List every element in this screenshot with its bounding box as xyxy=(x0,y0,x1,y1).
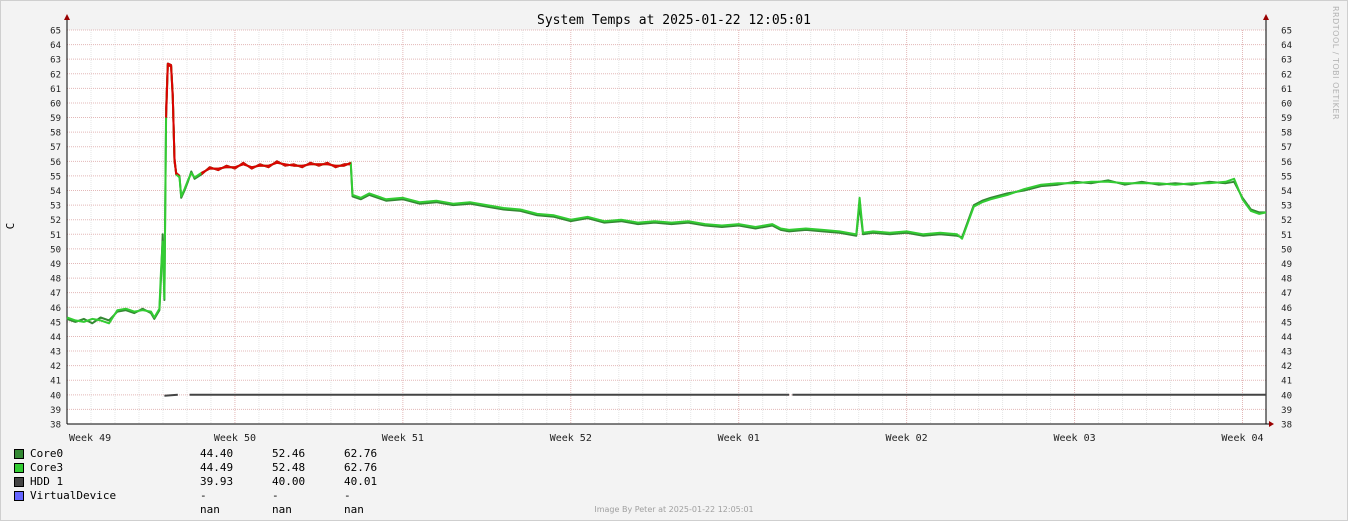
chart-canvas: 38 38 39 39 40 40 41 41 42 42 43 43 44 44 45 45 46 46 47 47… xyxy=(4,13,1292,444)
legend-max-value: 62.76 xyxy=(344,461,378,474)
legend-avg-value: 40.00 xyxy=(272,475,306,488)
x-tick-label: Week 01 xyxy=(718,433,760,444)
y-tick-label-left: 50 xyxy=(50,245,61,255)
y-tick-label-right: 54 xyxy=(1281,187,1292,197)
y-tick-label-left: 65 xyxy=(50,27,61,37)
y-tick-label-right: 53 xyxy=(1281,202,1292,212)
y-tick-label-right: 45 xyxy=(1281,318,1292,328)
y-tick-label-right: 62 xyxy=(1281,70,1292,80)
x-tick-label: Week 51 xyxy=(382,433,424,444)
y-tick-label-right: 39 xyxy=(1281,406,1292,416)
y-tick-label-left: 46 xyxy=(50,304,61,314)
y-tick-label-left: 52 xyxy=(50,216,61,226)
y-tick-label-right: 48 xyxy=(1281,275,1292,285)
x-axis-arrow xyxy=(1269,421,1274,427)
y-tick-label-right: 42 xyxy=(1281,362,1292,372)
legend-swatch xyxy=(14,477,24,487)
y-tick-label-right: 41 xyxy=(1281,377,1292,387)
y-tick-label-right: 63 xyxy=(1281,56,1292,66)
x-tick-label: Week 50 xyxy=(214,433,256,444)
rrdtool-credit: RRDTOOL / TOBI OETIKER xyxy=(1331,6,1340,121)
y-tick-label-right: 50 xyxy=(1281,245,1292,255)
y-tick-label-right: 57 xyxy=(1281,143,1292,153)
y-tick-label-left: 38 xyxy=(50,421,61,431)
y-tick-label-right: 47 xyxy=(1281,289,1292,299)
y-tick-label-left: 51 xyxy=(50,231,61,241)
y-tick-label-left: 43 xyxy=(50,348,61,358)
x-tick-label: Week 03 xyxy=(1053,433,1095,444)
y-tick-label-left: 48 xyxy=(50,275,61,285)
x-tick-label: Week 49 xyxy=(69,433,111,444)
legend-series-name: HDD 1 xyxy=(30,475,64,488)
footer-text: Image By Peter at 2025-01-22 12:05:01 xyxy=(594,505,754,514)
y-tick-label-left: 58 xyxy=(50,129,61,139)
y-tick-label-right: 49 xyxy=(1281,260,1292,270)
y-tick-label-left: 53 xyxy=(50,202,61,212)
y-tick-label-right: 52 xyxy=(1281,216,1292,226)
y-axis-label: C xyxy=(4,223,17,230)
y-tick-label-left: 62 xyxy=(50,70,61,80)
x-tick-label: Week 52 xyxy=(550,433,592,444)
y-tick-label-left: 64 xyxy=(50,41,61,51)
legend-avg-value: 52.46 xyxy=(272,447,306,460)
y-tick-label-right: 51 xyxy=(1281,231,1292,241)
y-tick-label-left: 54 xyxy=(50,187,61,197)
legend-swatch xyxy=(14,449,24,459)
y-tick-label-right: 44 xyxy=(1281,333,1292,343)
legend-swatch xyxy=(14,463,24,473)
legend-series-name: Core3 xyxy=(30,461,64,474)
y-tick-label-left: 63 xyxy=(50,56,61,66)
y-tick-label-right: 64 xyxy=(1281,41,1292,51)
grid xyxy=(66,29,1266,425)
y-tick-label-left: 60 xyxy=(50,99,61,109)
legend-cur-value: 39.93 xyxy=(200,475,234,488)
y-tick-label-left: 40 xyxy=(50,391,61,401)
y-axis-arrow xyxy=(1263,14,1269,20)
y-tick-label-left: 39 xyxy=(50,406,61,416)
y-tick-label-right: 65 xyxy=(1281,27,1292,37)
y-tick-label-left: 47 xyxy=(50,289,61,299)
legend-swatch xyxy=(14,491,24,501)
legend-series-name: Core0 xyxy=(30,447,64,460)
y-tick-label-right: 59 xyxy=(1281,114,1292,124)
legend-max-value: 62.76 xyxy=(344,447,378,460)
y-tick-label-left: 57 xyxy=(50,143,61,153)
y-tick-label-left: 41 xyxy=(50,377,61,387)
y-tick-label-right: 55 xyxy=(1281,172,1292,182)
y-tick-label-left: 55 xyxy=(50,172,61,182)
y-tick-label-right: 43 xyxy=(1281,348,1292,358)
y-tick-label-right: 46 xyxy=(1281,304,1292,314)
legend-cur-value: 44.40 xyxy=(200,447,234,460)
x-tick-label: Week 02 xyxy=(886,433,928,444)
series-hdd-1-line xyxy=(164,393,178,397)
y-tick-label-right: 58 xyxy=(1281,129,1292,139)
y-tick-label-left: 45 xyxy=(50,318,61,328)
legend-avg-value: 52.48 xyxy=(272,461,306,474)
y-tick-label-left: 42 xyxy=(50,362,61,372)
legend-cur-value: 44.49 xyxy=(200,461,234,474)
y-tick-label-right: 56 xyxy=(1281,158,1292,168)
legend-max-value: 40.01 xyxy=(344,475,378,488)
y-tick-label-left: 44 xyxy=(50,333,61,343)
x-tick-label: Week 04 xyxy=(1221,433,1263,444)
y-tick-label-left: 59 xyxy=(50,114,61,124)
y-tick-label-left: 49 xyxy=(50,260,61,270)
y-tick-label-right: 40 xyxy=(1281,391,1292,401)
chart-title: System Temps at 2025-01-22 12:05:01 xyxy=(537,13,811,28)
y-axis-arrow xyxy=(64,14,70,20)
y-tick-label-right: 38 xyxy=(1281,421,1292,431)
y-tick-label-left: 61 xyxy=(50,85,61,95)
legend-series-name: VirtualDevice xyxy=(30,489,117,502)
y-tick-label-right: 61 xyxy=(1281,85,1292,95)
y-tick-label-right: 60 xyxy=(1281,99,1292,109)
y-tick-label-left: 56 xyxy=(50,158,61,168)
